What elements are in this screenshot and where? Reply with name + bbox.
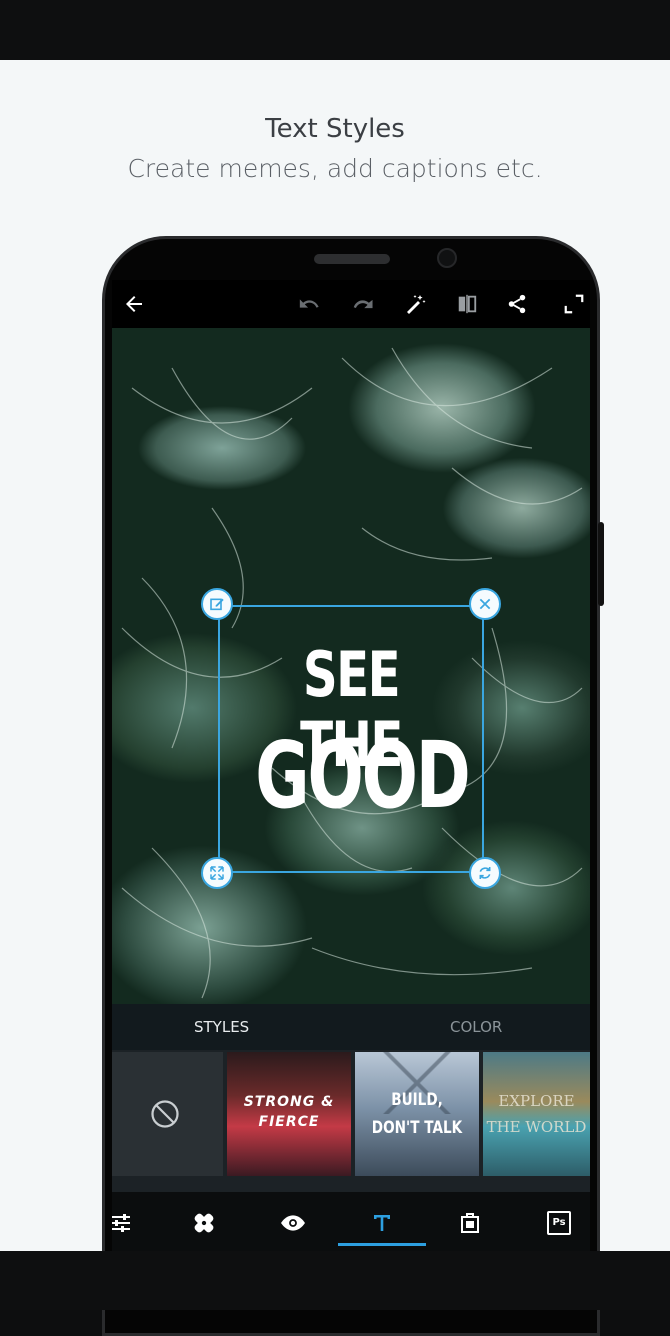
style-label-line-1: EXPLORE bbox=[498, 1092, 575, 1110]
phone-camera bbox=[437, 248, 457, 268]
style-label-line-1: STRONG & bbox=[243, 1094, 335, 1110]
undo-icon[interactable] bbox=[293, 288, 325, 320]
tab-styles[interactable]: STYLES bbox=[194, 1004, 249, 1050]
healing-icon[interactable] bbox=[187, 1206, 221, 1240]
active-tool-indicator bbox=[338, 1243, 426, 1246]
style-thumbnails: STRONG & FIERCE BUILD, DON'T TALK EXPLOR… bbox=[112, 1050, 590, 1192]
frame-icon[interactable] bbox=[453, 1206, 487, 1240]
promo-title: Text Styles bbox=[265, 114, 405, 144]
bottom-toolbar: Ps bbox=[112, 1192, 590, 1251]
redo-icon[interactable] bbox=[347, 288, 379, 320]
magic-wand-icon[interactable] bbox=[399, 288, 431, 320]
text-icon[interactable] bbox=[365, 1206, 399, 1240]
style-none[interactable] bbox=[112, 1052, 223, 1176]
app-toolbar bbox=[112, 280, 590, 328]
meme-text-line-2[interactable]: GOOD bbox=[255, 726, 471, 826]
style-strong-fierce[interactable]: STRONG & FIERCE bbox=[227, 1052, 351, 1176]
style-label-line-1: BUILD, bbox=[391, 1090, 443, 1110]
phone-speaker bbox=[314, 254, 390, 264]
style-label-line-2: THE WORLD bbox=[486, 1118, 587, 1136]
navigation-bar-strip bbox=[0, 1251, 670, 1310]
compare-icon[interactable] bbox=[451, 288, 483, 320]
styles-color-tabs: STYLES COLOR bbox=[112, 1004, 590, 1050]
eye-icon[interactable] bbox=[276, 1206, 310, 1240]
style-explore-the-world[interactable]: EXPLORE THE WORLD bbox=[483, 1052, 590, 1176]
rotate-icon[interactable] bbox=[469, 857, 501, 889]
fullscreen-icon[interactable] bbox=[558, 288, 590, 320]
photoshop-icon[interactable]: Ps bbox=[542, 1206, 576, 1240]
close-icon[interactable] bbox=[469, 588, 501, 620]
status-bar-strip bbox=[0, 0, 670, 60]
no-style-icon bbox=[150, 1100, 179, 1128]
tab-color[interactable]: COLOR bbox=[450, 1004, 502, 1050]
edit-icon[interactable] bbox=[201, 588, 233, 620]
ps-label: Ps bbox=[547, 1211, 571, 1235]
style-label-line-2: FIERCE bbox=[258, 1114, 320, 1130]
resize-icon[interactable] bbox=[201, 857, 233, 889]
style-label-line-2: DON'T TALK bbox=[371, 1118, 463, 1138]
app-screen: SEE THE GOOD STYLES COLOR STRONG & FIERC… bbox=[112, 280, 590, 1251]
phone-side-button bbox=[598, 522, 604, 606]
photo-canvas[interactable]: SEE THE GOOD bbox=[112, 328, 590, 1004]
back-arrow-icon[interactable] bbox=[118, 288, 150, 320]
share-icon[interactable] bbox=[501, 288, 533, 320]
adjust-sliders-icon[interactable] bbox=[112, 1206, 138, 1240]
promo-subtitle: Create memes, add captions etc. bbox=[127, 154, 543, 183]
style-build-dont-talk[interactable]: BUILD, DON'T TALK bbox=[355, 1052, 479, 1176]
